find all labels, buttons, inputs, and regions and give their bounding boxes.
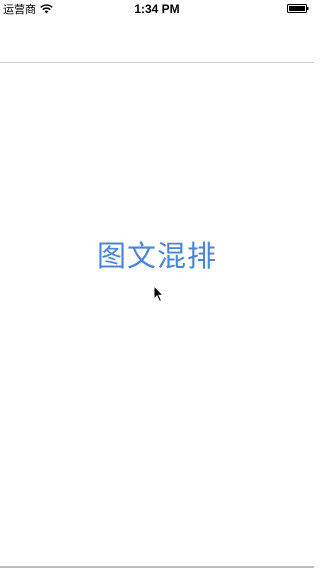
rich-text-mixing-button[interactable]: 图文混排 (0, 233, 314, 275)
status-bar: 运营商 1:34 PM (0, 0, 314, 18)
navigation-bar (0, 18, 314, 63)
status-time: 1:34 PM (134, 2, 180, 16)
mouse-pointer-icon (153, 285, 165, 303)
app-screen: 运营商 1:34 PM 图文混排 (0, 0, 314, 568)
battery-full-icon (287, 4, 309, 13)
main-content: 图文混排 (0, 63, 314, 566)
